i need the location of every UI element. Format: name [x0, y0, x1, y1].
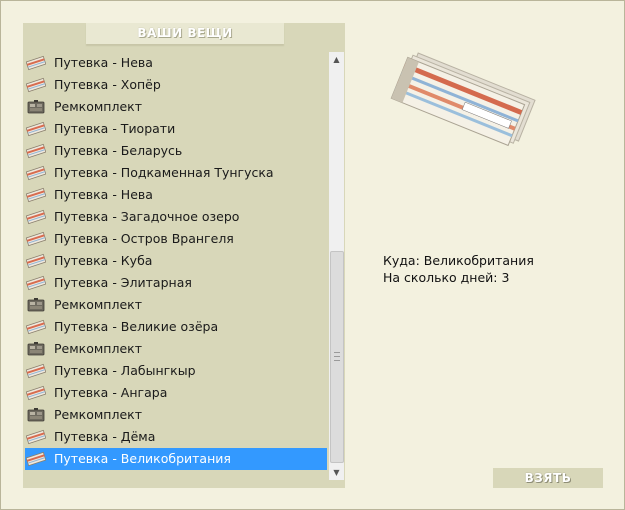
- list-item-label: Ремкомплект: [54, 341, 142, 356]
- list-item-label: Ремкомплект: [54, 407, 142, 422]
- ticket-icon: [25, 231, 47, 247]
- items-list: Путевка - Нева Путевка - Хопёр Ремкомплект…: [25, 52, 327, 480]
- list-item[interactable]: Путевка - Ангара: [25, 382, 327, 404]
- take-button[interactable]: ВЗЯТЬ: [493, 468, 603, 488]
- scroll-up-arrow-icon[interactable]: ▲: [329, 52, 344, 67]
- ticket-icon: [25, 165, 47, 181]
- ticket-icon: [25, 275, 47, 291]
- repair-kit-icon: [26, 297, 46, 313]
- list-item-label: Путевка - Нева: [54, 55, 153, 70]
- item-details: Куда: Великобритания На сколько дней: 3: [383, 252, 534, 286]
- ticket-stack-image: [390, 52, 536, 147]
- list-item[interactable]: Ремкомплект: [25, 96, 327, 118]
- list-item[interactable]: Ремкомплект: [25, 294, 327, 316]
- list-item[interactable]: Путевка - Загадочное озеро: [25, 206, 327, 228]
- ticket-icon: [25, 253, 47, 269]
- ticket-icon: [25, 121, 47, 137]
- list-item[interactable]: Путевка - Подкаменная Тунгуска: [25, 162, 327, 184]
- list-item-label: Путевка - Великобритания: [54, 451, 231, 466]
- list-scrollbar[interactable]: ▲ ▼: [329, 52, 344, 480]
- list-item[interactable]: Путевка - Нева: [25, 184, 327, 206]
- list-item[interactable]: Путевка - Лабынгкыр: [25, 360, 327, 382]
- list-item[interactable]: Путевка - Беларусь: [25, 140, 327, 162]
- list-item[interactable]: Путевка - Тиорати: [25, 118, 327, 140]
- list-item-label: Путевка - Загадочное озеро: [54, 209, 240, 224]
- ticket-icon: [25, 143, 47, 159]
- list-item-label: Путевка - Остров Врангеля: [54, 231, 234, 246]
- list-item-label: Путевка - Хопёр: [54, 77, 161, 92]
- list-item-label: Путевка - Лабынгкыр: [54, 363, 196, 378]
- ticket-icon: [25, 319, 47, 335]
- list-item[interactable]: Путевка - Дёма: [25, 426, 327, 448]
- list-item-label: Ремкомплект: [54, 297, 142, 312]
- repair-kit-icon: [26, 99, 46, 115]
- scroll-down-arrow-icon[interactable]: ▼: [329, 465, 344, 480]
- repair-kit-icon: [26, 407, 46, 423]
- scroll-thumb[interactable]: [330, 251, 344, 463]
- list-item[interactable]: Ремкомплект: [25, 404, 327, 426]
- list-item[interactable]: Путевка - Великие озёра: [25, 316, 327, 338]
- ticket-icon: [25, 209, 47, 225]
- ticket-icon: [25, 429, 47, 445]
- list-item-label: Путевка - Подкаменная Тунгуска: [54, 165, 274, 180]
- ticket-icon: [25, 451, 47, 467]
- destination-text: Куда: Великобритания: [383, 253, 534, 268]
- ticket-icon: [25, 385, 47, 401]
- list-item[interactable]: Путевка - Остров Врангеля: [25, 228, 327, 250]
- list-item-label: Путевка - Дёма: [54, 429, 156, 444]
- days-text: На сколько дней: 3: [383, 270, 510, 285]
- ticket-icon: [25, 187, 47, 203]
- list-item-label: Путевка - Нева: [54, 187, 153, 202]
- list-item-label: Путевка - Ангара: [54, 385, 168, 400]
- list-item-label: Путевка - Куба: [54, 253, 153, 268]
- repair-kit-icon: [26, 341, 46, 357]
- list-item-label: Ремкомплект: [54, 99, 142, 114]
- panel-title: ВАШИ ВЕЩИ: [86, 23, 284, 44]
- list-item[interactable]: Путевка - Великобритания: [25, 448, 327, 470]
- ticket-icon: [25, 363, 47, 379]
- list-item-label: Путевка - Беларусь: [54, 143, 183, 158]
- ticket-icon: [25, 55, 47, 71]
- list-item-label: Путевка - Великие озёра: [54, 319, 219, 334]
- list-item-label: Путевка - Тиорати: [54, 121, 176, 136]
- list-item[interactable]: Путевка - Куба: [25, 250, 327, 272]
- list-item[interactable]: Путевка - Хопёр: [25, 74, 327, 96]
- list-item[interactable]: Путевка - Элитарная: [25, 272, 327, 294]
- scroll-grip-icon: [334, 352, 340, 361]
- ticket-icon: [25, 77, 47, 93]
- list-item[interactable]: Ремкомплект: [25, 338, 327, 360]
- list-item-label: Путевка - Элитарная: [54, 275, 192, 290]
- list-item[interactable]: Путевка - Нева: [25, 52, 327, 74]
